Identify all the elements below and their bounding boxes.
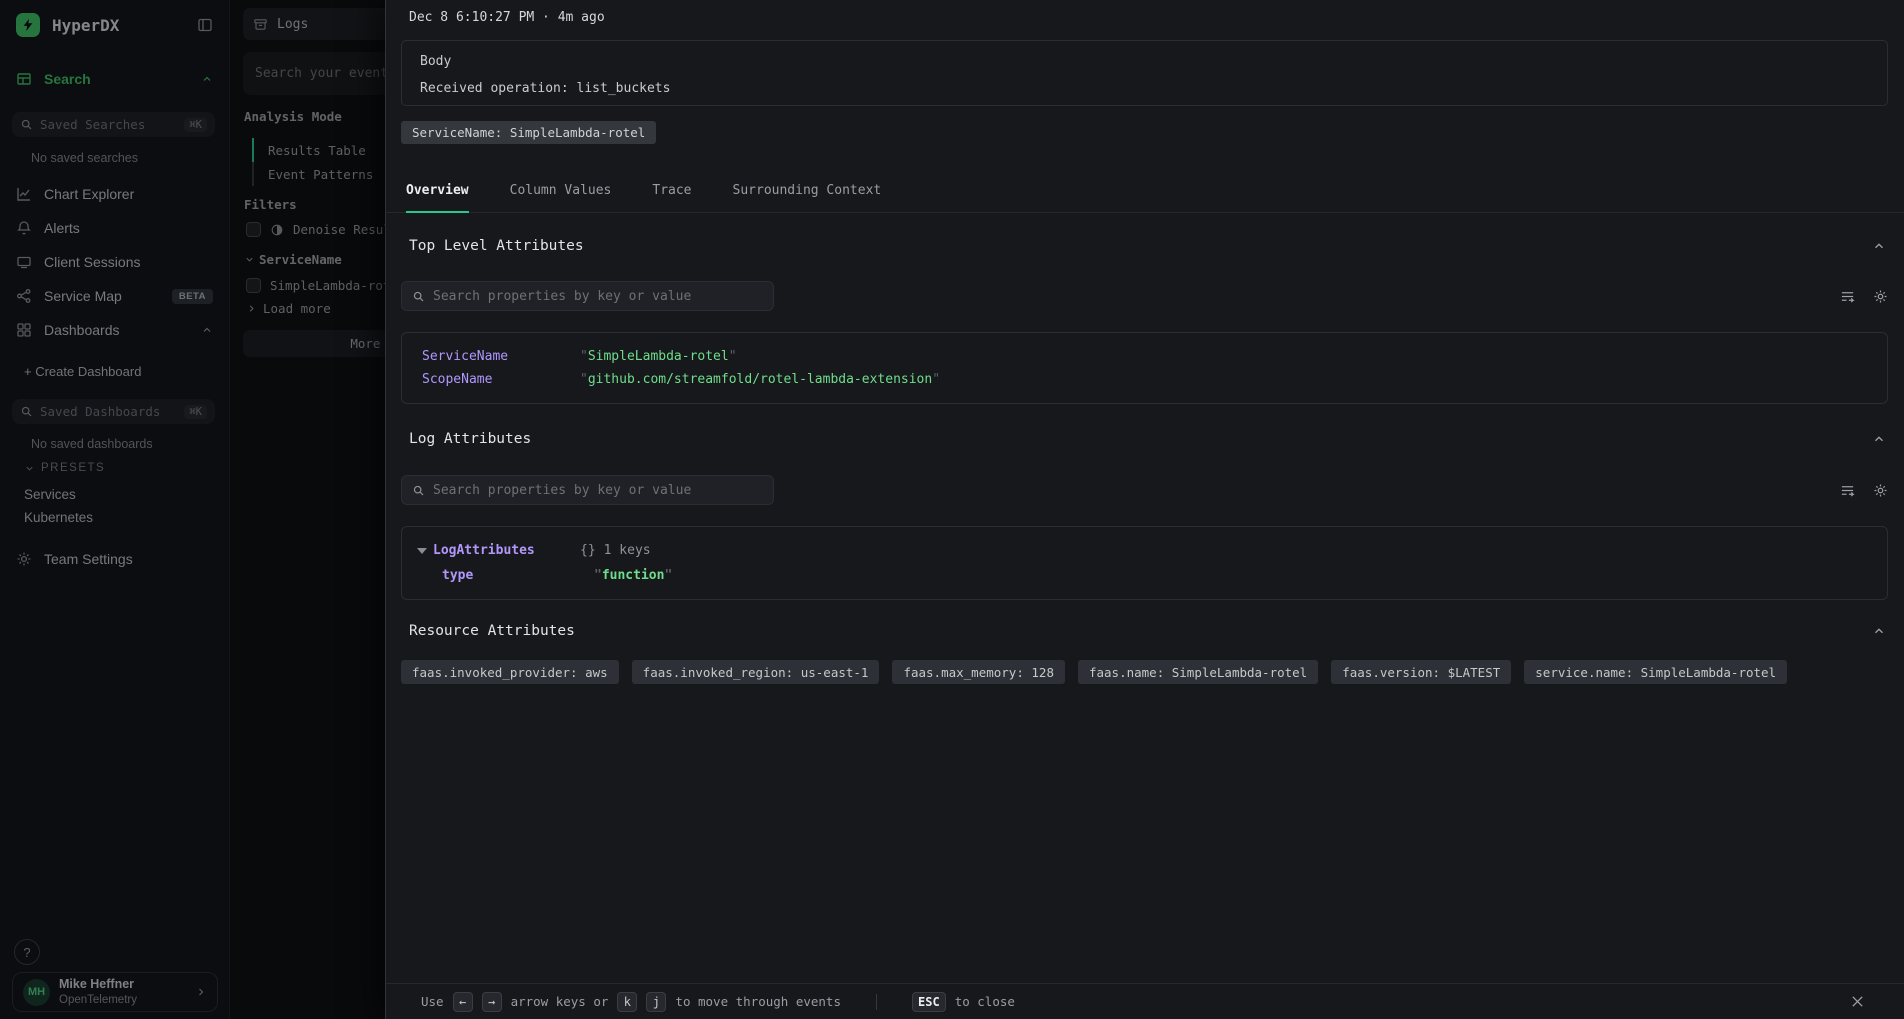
tab-surrounding-context[interactable]: Surrounding Context	[733, 183, 882, 213]
event-body-panel[interactable]: Body Received operation: list_buckets	[401, 40, 1888, 106]
tab-column-values[interactable]: Column Values	[510, 183, 612, 213]
footer-text: arrow keys or	[511, 994, 609, 1009]
tab-trace[interactable]: Trace	[652, 183, 691, 213]
attribute-value[interactable]: SimpleLambda-rotel	[580, 349, 737, 364]
body-label: Body	[420, 54, 1869, 70]
j-key: j	[646, 992, 666, 1012]
search-icon	[412, 484, 425, 497]
drawer-tabs: Overview Column Values Trace Surrounding…	[386, 176, 1904, 213]
drawer-footer: Use ← → arrow keys or k j to move throug…	[386, 983, 1904, 1019]
top-level-attributes-panel: ServiceName SimpleLambda-rotel ScopeName…	[401, 332, 1888, 404]
top-level-attributes-header: Top Level Attributes	[409, 236, 1886, 256]
attribute-row: ScopeName github.com/streamfold/rotel-la…	[422, 368, 1867, 391]
resource-tag[interactable]: faas.invoked_provider: aws	[401, 660, 619, 684]
settings-gear-icon[interactable]	[1873, 289, 1888, 304]
triangle-down-icon	[417, 548, 427, 554]
attribute-row: ServiceName SimpleLambda-rotel	[422, 345, 1867, 368]
service-name-tag[interactable]: ServiceName: SimpleLambda-rotel	[401, 121, 656, 144]
resource-tag[interactable]: faas.max_memory: 128	[892, 660, 1065, 684]
section-title: Top Level Attributes	[409, 238, 584, 254]
tree-root-key[interactable]: LogAttributes	[433, 543, 580, 558]
k-key: k	[617, 992, 637, 1012]
arrow-right-key: →	[482, 992, 502, 1012]
braces-icon: {}	[580, 543, 596, 558]
log-attributes-header: Log Attributes	[409, 429, 1886, 449]
footer-text: to move through events	[675, 994, 841, 1009]
event-timestamp: Dec 8 6:10:27 PM · 4m ago	[409, 10, 605, 25]
event-details-drawer: Dec 8 6:10:27 PM · 4m ago Body Received …	[385, 0, 1904, 1019]
attribute-key[interactable]: ServiceName	[422, 349, 580, 364]
top-level-search-input[interactable]: Search properties by key or value	[401, 281, 774, 311]
arrow-left-key: ←	[453, 992, 473, 1012]
log-attributes-search-input[interactable]: Search properties by key or value	[401, 475, 774, 505]
footer-text: to close	[955, 994, 1015, 1009]
resource-tag[interactable]: faas.name: SimpleLambda-rotel	[1078, 660, 1318, 684]
resource-attributes-tags: faas.invoked_provider: aws faas.invoked_…	[401, 660, 1888, 684]
collapse-section-button[interactable]	[1872, 624, 1886, 638]
resource-attributes-header: Resource Attributes	[409, 621, 1886, 641]
footer-text: Use	[421, 994, 444, 1009]
search-placeholder: Search properties by key or value	[433, 289, 691, 304]
wrap-lines-icon[interactable]	[1840, 289, 1855, 304]
tree-keys-count: 1 keys	[604, 543, 651, 558]
log-attributes-panel: LogAttributes {} 1 keys type function	[401, 526, 1888, 600]
collapse-section-button[interactable]	[1872, 239, 1886, 253]
resource-tag[interactable]: faas.invoked_region: us-east-1	[632, 660, 880, 684]
attribute-key[interactable]: ScopeName	[422, 372, 580, 387]
collapse-section-button[interactable]	[1872, 432, 1886, 446]
attribute-row: type function	[417, 564, 1867, 587]
attribute-value[interactable]: function	[594, 568, 672, 583]
log-attributes-toolbar: Search properties by key or value	[401, 475, 1888, 505]
attribute-key[interactable]: type	[442, 568, 594, 583]
section-title: Log Attributes	[409, 431, 531, 447]
settings-gear-icon[interactable]	[1873, 483, 1888, 498]
esc-key: ESC	[912, 992, 946, 1012]
resource-tag[interactable]: faas.version: $LATEST	[1331, 660, 1511, 684]
close-icon[interactable]	[1846, 990, 1868, 1012]
app-root: HyperDX Search Saved Searches ⌘K No save…	[0, 0, 1904, 1019]
attribute-value[interactable]: github.com/streamfold/rotel-lambda-exten…	[580, 372, 940, 387]
top-level-toolbar: Search properties by key or value	[401, 281, 1888, 311]
search-icon	[412, 290, 425, 303]
resource-tag[interactable]: service.name: SimpleLambda-rotel	[1524, 660, 1787, 684]
footer-divider	[876, 994, 877, 1010]
log-attributes-tree-root[interactable]: LogAttributes {} 1 keys	[417, 539, 1867, 562]
body-value: Received operation: list_buckets	[420, 81, 1869, 97]
tab-overview[interactable]: Overview	[406, 183, 469, 213]
wrap-lines-icon[interactable]	[1840, 483, 1855, 498]
section-title: Resource Attributes	[409, 623, 575, 639]
search-placeholder: Search properties by key or value	[433, 483, 691, 498]
